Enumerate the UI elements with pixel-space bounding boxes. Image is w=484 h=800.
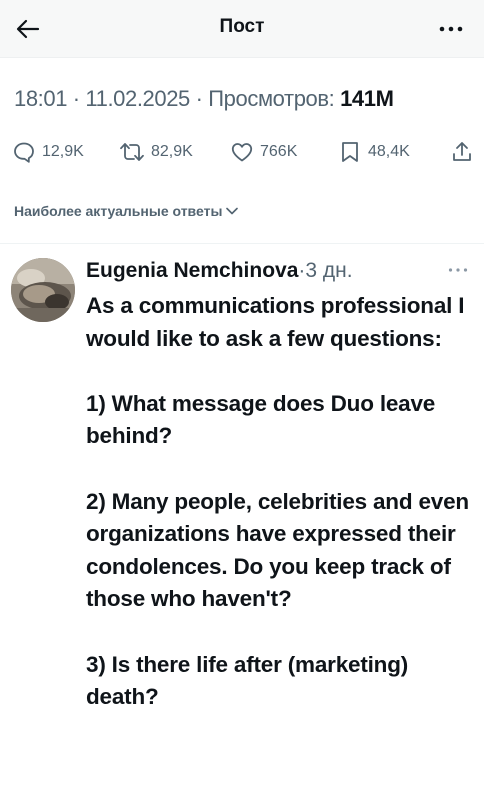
share-icon: [453, 142, 471, 161]
reply-text: As a communications professional I would…: [86, 293, 469, 710]
more-horizontal-icon: [439, 26, 463, 32]
more-options-button[interactable]: [434, 14, 468, 44]
meta-separator: ·: [189, 86, 209, 111]
page-title: Пост: [219, 16, 265, 37]
more-horizontal-icon: [448, 268, 468, 272]
reply-icon: [14, 142, 34, 163]
bookmark-icon: [342, 142, 358, 162]
replies-sort-dropdown[interactable]: Наиболее актуальные ответы: [14, 203, 239, 219]
avatar-image: [11, 258, 75, 322]
bookmark-count: 48,4K: [368, 143, 410, 160]
repost-icon: [120, 143, 144, 161]
repost-button[interactable]: 82,9K: [119, 138, 193, 166]
repost-count: 82,9K: [151, 143, 193, 160]
top-bar: Пост: [0, 0, 484, 58]
like-icon: [231, 143, 253, 162]
post-date: 11.02.2025: [85, 86, 190, 111]
like-button[interactable]: 766K: [230, 138, 297, 166]
reply-count: 12,9K: [42, 143, 84, 160]
meta-separator: ·: [67, 86, 86, 111]
reply-header: Eugenia Nemchinova·3 дн.: [86, 259, 446, 283]
views-count[interactable]: 141M: [340, 86, 394, 111]
sort-label: Наиболее актуальные ответы: [14, 203, 223, 219]
post-time: 18:01: [14, 86, 68, 111]
like-count: 766K: [260, 143, 298, 160]
reply-author-name[interactable]: Eugenia Nemchinova: [86, 259, 298, 282]
share-button[interactable]: [450, 138, 480, 166]
reply-more-button[interactable]: [446, 262, 470, 278]
reply-button[interactable]: 12,9K: [12, 138, 84, 166]
avatar[interactable]: [11, 258, 75, 322]
divider: [0, 243, 484, 244]
action-bar: 12,9K 82,9K 766K 48,4K: [12, 138, 474, 166]
reply-time[interactable]: 3 дн.: [305, 259, 352, 282]
chevron-down-icon: [226, 207, 239, 215]
views-label: Просмотров:: [208, 86, 335, 111]
post-meta: 18:01 · 11.02.2025 · Просмотров: 141M: [14, 86, 474, 112]
bookmark-button[interactable]: 48,4K: [338, 138, 410, 166]
